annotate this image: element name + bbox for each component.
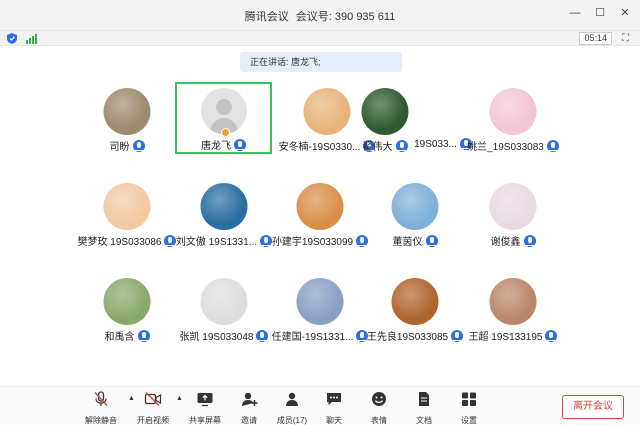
unmute-button[interactable]: 解除静音 [79,391,123,425]
microphone-icon [137,329,150,342]
participant-avatar [489,88,537,135]
chat-icon [327,393,341,405]
microphone-icon [425,234,438,247]
participant-avatar [103,183,151,230]
participant-name: 王先良19S033085 [366,332,449,343]
participant-avatar [296,183,344,230]
start-video-button[interactable]: 开启视频 [131,391,175,425]
participant-avatar [391,183,439,230]
invite-button[interactable]: 邀请 [227,391,271,425]
participant-name: 姚兰_19S033083 [467,142,544,153]
maximize-icon[interactable]: ☐ [593,6,607,20]
chat-label: 聊天 [326,416,342,425]
participant-name: 翟伟大 [362,142,393,153]
window-title: 腾讯会议 会议号: 390 935 611 [0,8,640,24]
participant-name: 樊梦玫 19S033086 [77,237,162,248]
fullscreen-icon[interactable]: ⛶ [620,33,631,44]
share-screen-icon [197,393,213,407]
settings-label: 设置 [461,416,477,425]
microphone-icon [132,139,145,152]
participant-avatar [103,88,151,135]
participant-name: 王超 19S133195 [468,332,543,343]
microphone-muted-icon [94,391,108,407]
microphone-icon [545,329,558,342]
close-icon[interactable]: ✕ [618,6,632,20]
shield-icon[interactable] [7,33,17,44]
participant-name: 孙建宇19S033099 [271,237,354,248]
reactions-button[interactable]: 表情 [357,391,401,425]
share-screen-label: 共享屏幕 [189,416,221,425]
participant-avatar [303,88,351,135]
documents-button[interactable]: 文档 [402,391,446,425]
participant-name: 董茵仪 [392,237,423,248]
microphone-icon [546,139,559,152]
meeting-timer: 05:14 [579,32,612,45]
settings-button[interactable]: 设置 [447,391,491,425]
participant-name: 和禹含 [104,332,135,343]
microphone-icon [234,138,246,151]
status-bar: 05:14 ⛶ [0,30,640,46]
settings-icon [462,392,476,406]
participant-name: 唐龙飞 [201,141,231,152]
emoji-icon [372,392,386,406]
participant-tile[interactable]: 谢俊鑫 [463,183,563,253]
participant-tile[interactable]: 姚兰_19S033083 [463,88,563,158]
share-screen-button[interactable]: 共享屏幕 [183,391,227,425]
host-badge-icon [221,128,230,137]
title-bar: 腾讯会议 会议号: 390 935 611 — ☐ ✕ [0,0,640,30]
participant-tile[interactable]: 司盼 [77,88,177,158]
documents-label: 文档 [416,416,432,425]
members-button[interactable]: 成员(17) [270,391,314,425]
participant-avatar [296,278,344,325]
invite-label: 邀请 [241,416,257,425]
participant-avatar [200,183,248,230]
meeting-id-label: 会议号: [295,11,332,23]
invite-icon [242,392,258,406]
members-label: 成员(17) [276,416,308,425]
reactions-label: 表情 [371,416,387,425]
speaking-indicator: 正在讲话: 唐龙飞; [240,52,402,72]
chat-button[interactable]: 聊天 [312,391,356,425]
leave-meeting-button[interactable]: 离开会议 [562,395,624,419]
participant-tile[interactable]: 王超 19S133195 [463,278,563,348]
app-name: 腾讯会议 [244,11,289,23]
unmute-label: 解除静音 [85,416,117,425]
participant-avatar [489,183,537,230]
video-off-icon [144,391,162,407]
participant-name: 刘文傲 19S1331... [175,237,258,248]
start-video-label: 开启视频 [137,416,169,425]
participant-name: 张凯 19S033048 [179,332,254,343]
participant-avatar [361,88,409,135]
participant-name: 任建国-19S1331... [271,332,354,343]
participant-name: 司盼 [109,142,130,153]
meeting-id: 390 935 611 [334,11,396,23]
participant-avatar [489,278,537,325]
participant-avatar [103,278,151,325]
microphone-icon [523,234,536,247]
video-options-chevron-icon[interactable]: ▲ [176,395,183,402]
meeting-toolbar: 解除静音 ▲ 开启视频 ▲ 共享屏幕 邀请 成员(17) 聊天 表情 文档 设置… [0,386,640,425]
members-icon [286,392,298,406]
document-icon [419,392,429,406]
participant-avatar [200,278,248,325]
participant-avatar [391,278,439,325]
participant-name: 谢俊鑫 [490,237,521,248]
network-signal-icon[interactable] [26,34,37,44]
minimize-icon[interactable]: — [568,6,582,20]
